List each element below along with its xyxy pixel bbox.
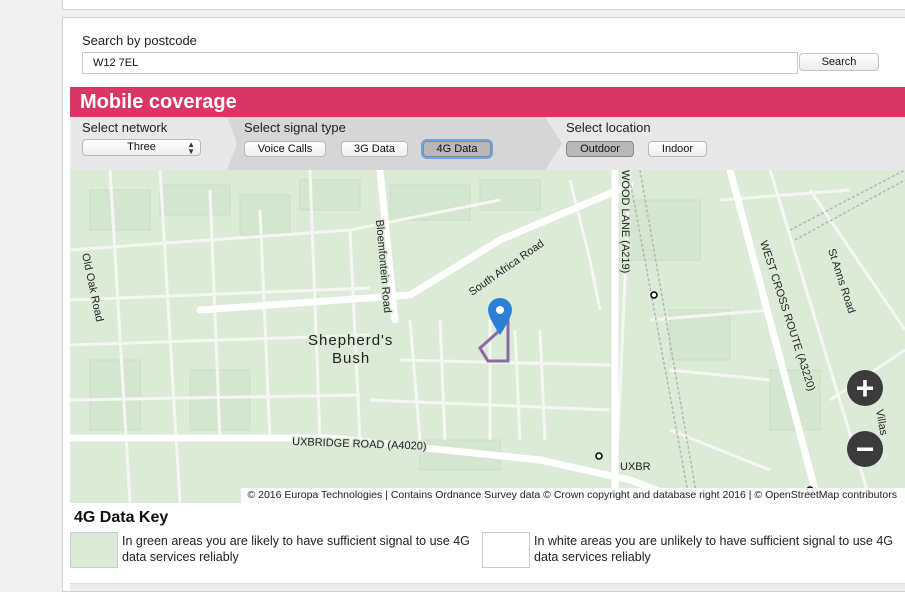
4g-data-button[interactable]: 4G Data [421,139,493,159]
3g-data-button[interactable]: 3G Data [341,141,408,157]
voice-calls-button[interactable]: Voice Calls [244,141,326,157]
signal-label: Select signal type [244,120,346,135]
white-key-text: In white areas you are unlikely to have … [534,534,894,564]
search-button[interactable]: Search [799,53,879,71]
network-selected-value: Three [127,141,156,153]
white-key-swatch [482,532,530,568]
page-title: Mobile coverage [70,87,905,117]
green-key-swatch [70,532,118,568]
postcode-input[interactable] [82,52,798,74]
network-label: Select network [82,120,168,135]
map-label-bush: Bush [332,350,370,367]
network-select[interactable]: Three ▲ ▼ [82,139,201,156]
indoor-button[interactable]: Indoor [648,141,707,157]
zoom-out-button[interactable]: − [847,431,883,467]
zoom-in-button[interactable]: + [847,370,883,406]
map-label-shepherds: Shepherd's [308,332,393,349]
select-arrows-icon: ▲ ▼ [187,140,195,156]
map-canvas: Old Oak Road Bloemfontein Road South Afr… [70,170,905,503]
map-label-wood-lane: WOOD LANE (A219) [619,170,631,273]
location-label: Select location [566,120,651,135]
map-attribution: © 2016 Europa Technologies | Contains Or… [241,488,905,503]
coverage-map[interactable]: Old Oak Road Bloemfontein Road South Afr… [70,170,905,503]
search-label: Search by postcode [82,33,197,48]
map-label-uxbr-cut: UXBR [620,461,651,473]
green-key-text: In green areas you are likely to have su… [122,534,470,564]
outdoor-button[interactable]: Outdoor [566,141,634,157]
key-title: 4G Data Key [74,509,169,526]
top-panel [62,0,905,10]
